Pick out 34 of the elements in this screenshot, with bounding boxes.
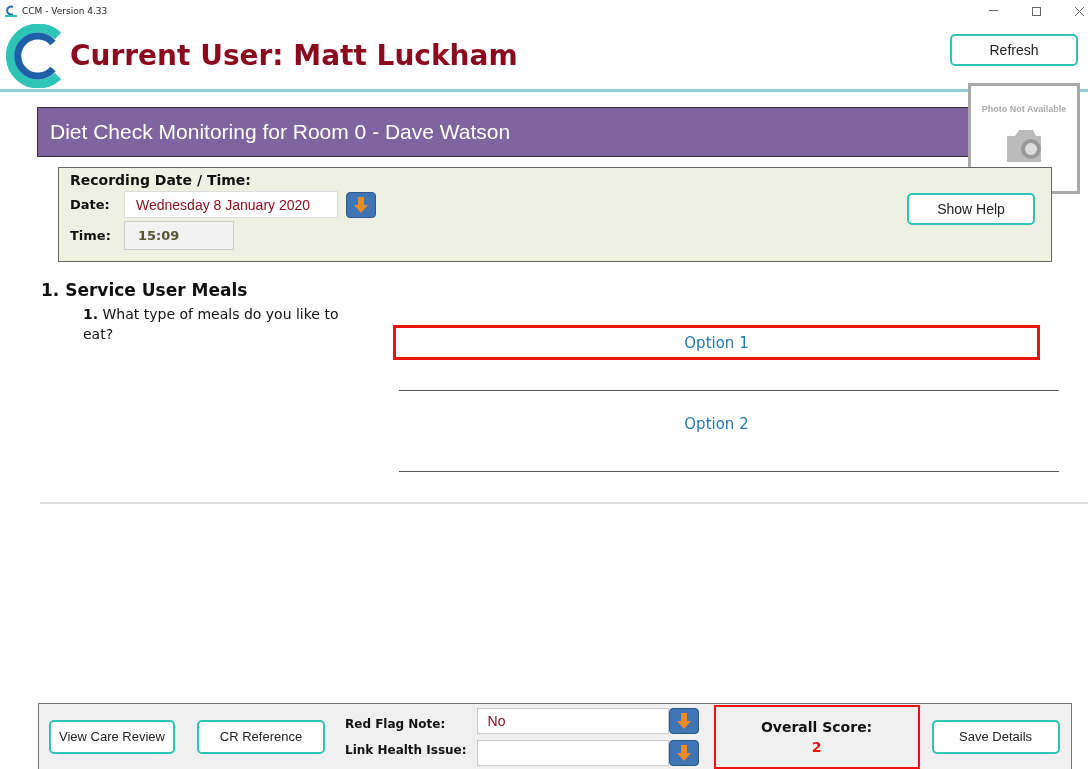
app-logo-icon — [4, 5, 18, 17]
banner-title: Diet Check Monitoring for Room 0 - Dave Watson — [50, 120, 511, 144]
down-arrow-icon — [353, 195, 369, 214]
flag-note-dropdown-button[interactable] — [668, 707, 699, 734]
down-arrow-icon — [675, 743, 692, 762]
score-label: Overall Score: — [760, 718, 873, 735]
flag-note-label: Red Flag Note: — [345, 716, 447, 731]
time-label: Time: — [70, 228, 112, 243]
link-health-dropdown-button[interactable] — [668, 739, 699, 766]
link-health-field[interactable] — [476, 739, 669, 766]
c-logo-icon — [6, 23, 64, 88]
score-value: 2 — [811, 738, 822, 755]
section-title: 1. Service User Meals — [41, 280, 249, 300]
recording-heading: Recording Date / Time: — [70, 172, 252, 188]
close-icon[interactable] — [1075, 6, 1084, 16]
question-text: 1. What type of meals do you like to eat? — [83, 305, 340, 344]
date-label: Date: — [70, 197, 111, 212]
maximize-icon[interactable] — [1032, 6, 1041, 16]
minimize-icon[interactable] — [989, 10, 998, 12]
save-details-button[interactable]: Save Details — [931, 719, 1060, 754]
cr-reference-button[interactable]: CR Reference — [197, 719, 325, 754]
photo-caption: Photo Not Available — [981, 104, 1067, 114]
time-field[interactable]: 15:09 — [124, 221, 234, 250]
flag-note-field[interactable]: No — [476, 707, 669, 734]
window-title: CCM - Version 4.33 — [22, 6, 108, 16]
answer-option[interactable]: Option 1 — [393, 325, 1040, 360]
link-health-label: Link Health Issue: — [345, 742, 467, 757]
down-arrow-icon — [675, 711, 692, 730]
date-dropdown-button[interactable] — [346, 191, 376, 218]
view-care-review-button[interactable]: View Care Review — [49, 719, 175, 754]
current-user-title: Current User: Matt Luckham — [70, 39, 518, 72]
date-field[interactable]: Wednesday 8 January 2020 — [124, 191, 338, 218]
refresh-button[interactable]: Refresh — [950, 33, 1078, 66]
show-help-button[interactable]: Show Help — [907, 193, 1035, 225]
